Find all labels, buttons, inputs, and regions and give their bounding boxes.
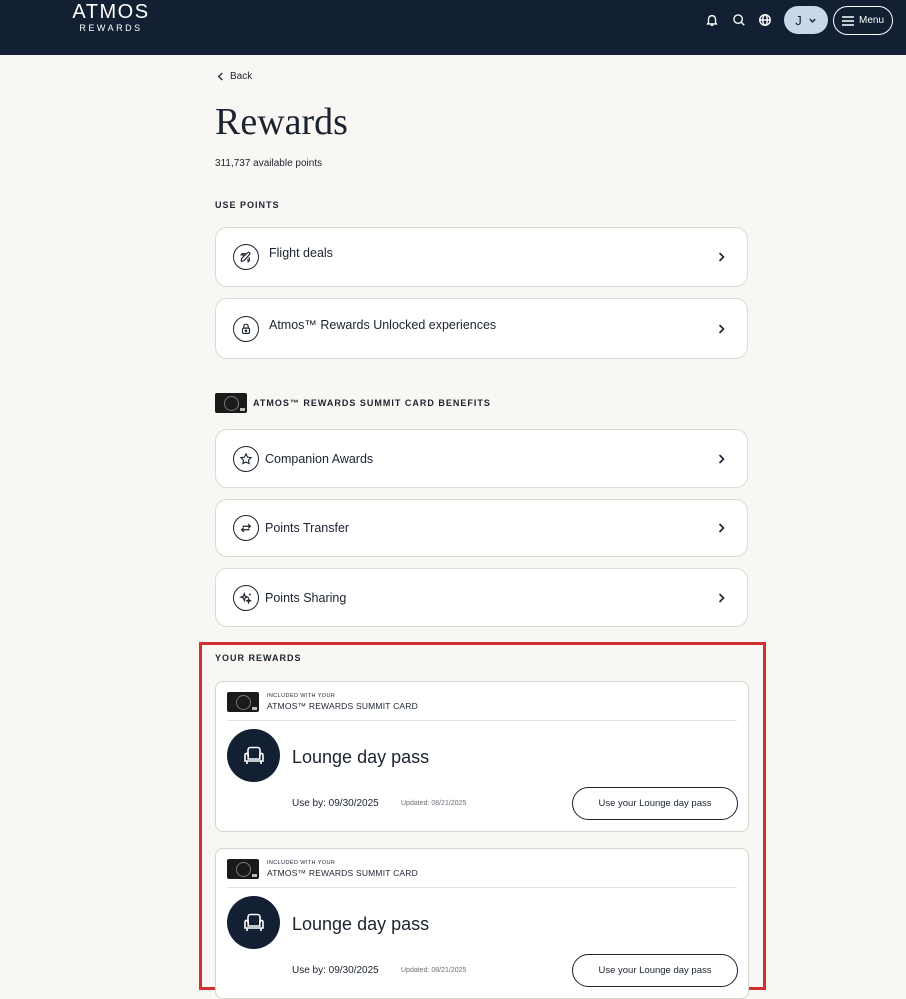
- included-label: INCLUDED WITH YOUR: [267, 693, 336, 699]
- summit-card-image: [215, 393, 247, 413]
- avatar-initial: J: [795, 12, 802, 28]
- divider: [227, 887, 737, 888]
- use-by-date: Use by: 09/30/2025: [292, 965, 379, 976]
- chevron-right-icon: [718, 323, 725, 334]
- divider: [227, 720, 737, 721]
- summit-card-image: [227, 692, 259, 712]
- companion-awards-label: Companion Awards: [265, 451, 374, 466]
- card-name: ATMOS™ REWARDS SUMMIT CARD: [267, 868, 418, 878]
- menu-label: Menu: [858, 15, 884, 26]
- included-label: INCLUDED WITH YOUR: [267, 860, 336, 866]
- top-header: ATMOS REWARDS J Menu: [0, 0, 906, 55]
- chevron-right-icon: [718, 523, 725, 533]
- chevron-down-icon: [809, 18, 816, 23]
- search-icon[interactable]: [729, 10, 749, 30]
- chevron-right-icon: [718, 592, 725, 603]
- companion-awards-row[interactable]: Companion Awards: [215, 429, 748, 488]
- logo-main-text: ATMOS: [72, 1, 150, 23]
- points-transfer-label: Points Transfer: [265, 521, 350, 535]
- summit-card-image: [227, 859, 259, 879]
- use-by-date: Use by: 09/30/2025: [292, 798, 379, 809]
- lock-icon: [233, 315, 259, 342]
- back-label: Back: [230, 71, 253, 82]
- reward-card: INCLUDED WITH YOUR ATMOS™ REWARDS SUMMIT…: [215, 681, 749, 832]
- updated-date: Updated: 08/21/2025: [401, 800, 467, 807]
- chevron-right-icon: [718, 252, 725, 262]
- transfer-icon: [233, 515, 259, 541]
- lounge-chair-icon: [227, 896, 280, 949]
- page-title: Rewards: [215, 101, 348, 143]
- chevron-left-icon: [217, 72, 223, 81]
- use-lounge-pass-button[interactable]: Use your Lounge day pass: [572, 954, 738, 987]
- reward-title: Lounge day pass: [292, 914, 430, 934]
- unlocked-experiences-row[interactable]: Atmos™ Rewards Unlocked experiences: [215, 298, 748, 359]
- flight-deals-row[interactable]: Flight deals: [215, 227, 748, 287]
- unlocked-experiences-label: Atmos™ Rewards Unlocked experiences: [269, 317, 497, 332]
- points-sharing-row[interactable]: Points Sharing: [215, 568, 748, 627]
- points-sharing-label: Points Sharing: [265, 590, 347, 605]
- account-button[interactable]: J: [784, 6, 828, 34]
- card-name: ATMOS™ REWARDS SUMMIT CARD: [267, 701, 418, 711]
- points-transfer-row[interactable]: Points Transfer: [215, 499, 748, 557]
- your-rewards-heading: YOUR REWARDS: [215, 653, 302, 663]
- reward-card: INCLUDED WITH YOUR ATMOS™ REWARDS SUMMIT…: [215, 848, 749, 999]
- lounge-chair-icon: [227, 729, 280, 782]
- benefits-heading: ATMOS™ REWARDS SUMMIT CARD BENEFITS: [253, 398, 491, 408]
- sparkle-icon: [233, 584, 259, 611]
- reward-title: Lounge day pass: [292, 747, 430, 767]
- plane-icon: [233, 244, 259, 270]
- back-link[interactable]: Back: [217, 71, 252, 82]
- atmos-logo[interactable]: ATMOS REWARDS: [71, 2, 151, 34]
- globe-icon[interactable]: [755, 10, 775, 30]
- bell-icon[interactable]: [702, 10, 722, 30]
- menu-button[interactable]: Menu: [833, 6, 893, 35]
- logo-sub-text: REWARDS: [79, 23, 143, 33]
- chevron-right-icon: [718, 453, 725, 464]
- star-icon: [233, 445, 259, 472]
- flight-deals-label: Flight deals: [269, 246, 333, 260]
- hamburger-icon: [841, 15, 854, 26]
- available-points: 311,737 available points: [215, 158, 323, 169]
- updated-date: Updated: 08/21/2025: [401, 967, 467, 974]
- use-lounge-pass-button[interactable]: Use your Lounge day pass: [572, 787, 738, 820]
- use-points-heading: USE POINTS: [215, 200, 280, 210]
